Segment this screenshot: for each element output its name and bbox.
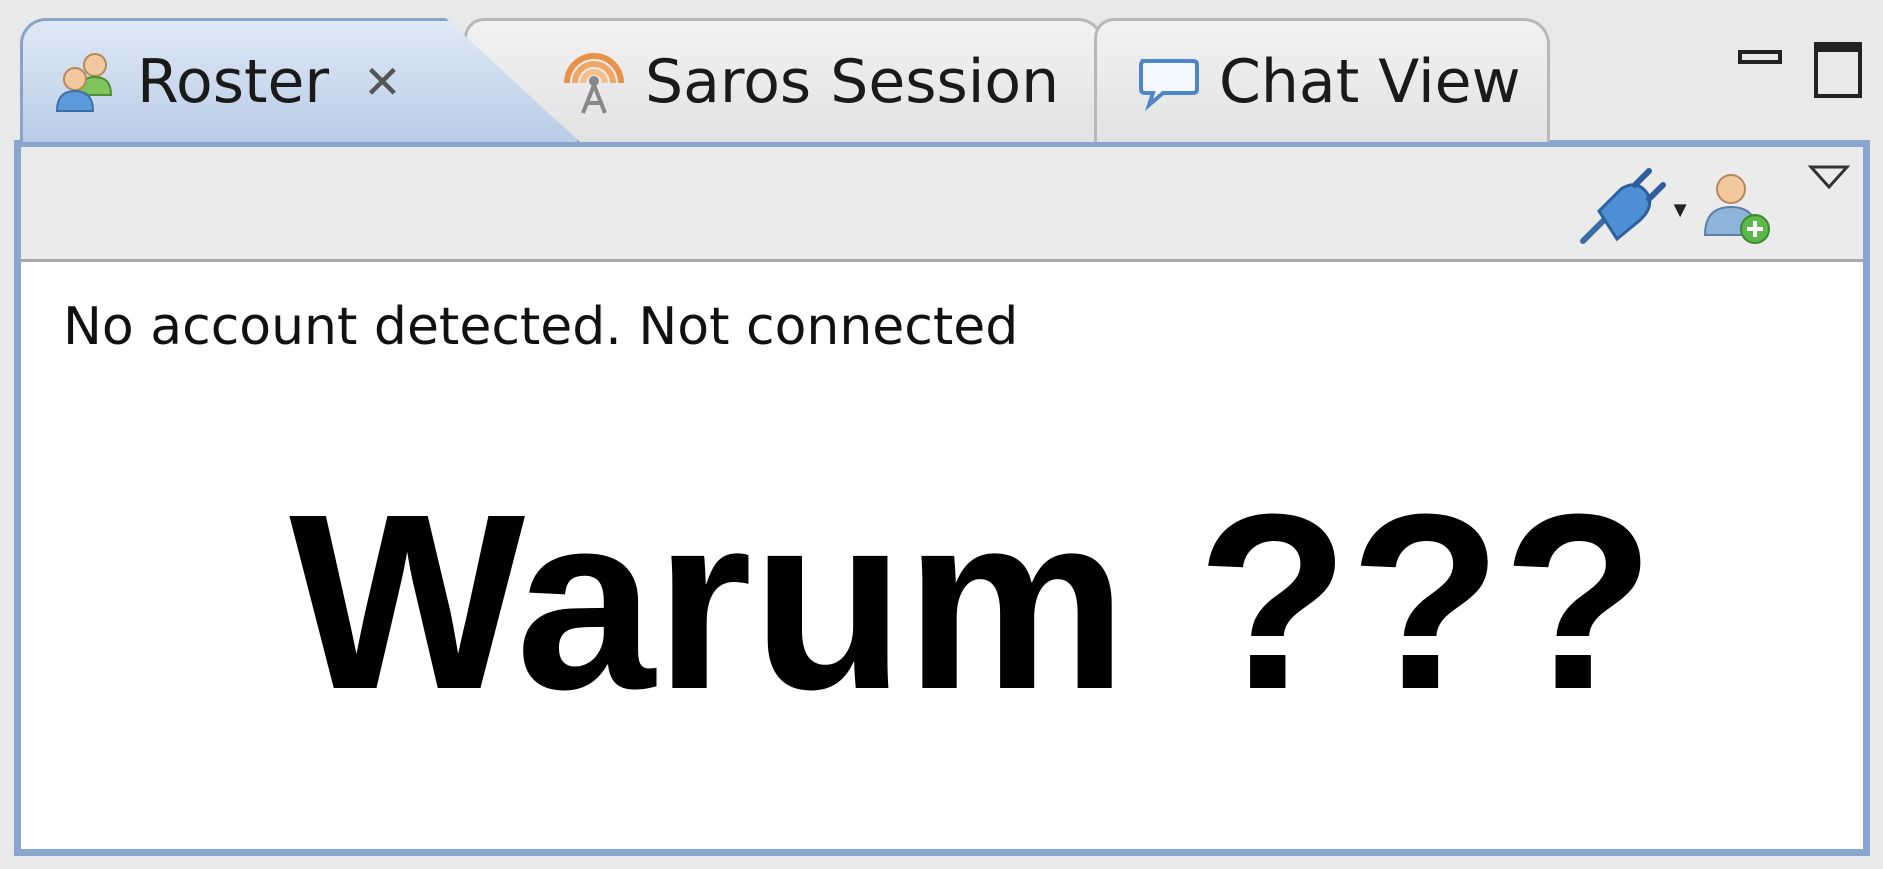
overlay-annotation: Warum ??? (289, 462, 1655, 741)
saros-session-icon (559, 47, 629, 117)
chat-bubble-icon (1133, 47, 1203, 117)
minimize-icon[interactable] (1738, 50, 1782, 64)
close-icon[interactable]: ✕ (363, 55, 402, 109)
connect-plug-icon[interactable] (1577, 165, 1667, 247)
tab-strip: Saros Session Chat View Roster ✕ (14, 14, 1870, 142)
add-contact-icon[interactable] (1699, 169, 1775, 247)
connection-status-text: No account detected. Not connected (63, 297, 1019, 357)
connect-dropdown-arrow[interactable]: ▼ (1669, 197, 1691, 223)
view-menu-icon[interactable] (1805, 157, 1853, 197)
roster-panel: ▼ No account detected. Not connected War… (14, 140, 1870, 856)
view-controls (1738, 42, 1862, 98)
tab-label: Chat View (1219, 46, 1521, 117)
tab-chat-view[interactable]: Chat View (1094, 18, 1550, 142)
roster-icon (51, 47, 121, 117)
maximize-icon[interactable] (1814, 42, 1862, 98)
view-toolbar: ▼ (21, 147, 1863, 262)
tab-label: Saros Session (645, 46, 1060, 117)
tab-saros-session[interactable]: Saros Session (464, 18, 1104, 142)
tab-label: Roster (137, 46, 330, 117)
roster-view: Saros Session Chat View Roster ✕ ▼ No ac… (14, 14, 1870, 856)
